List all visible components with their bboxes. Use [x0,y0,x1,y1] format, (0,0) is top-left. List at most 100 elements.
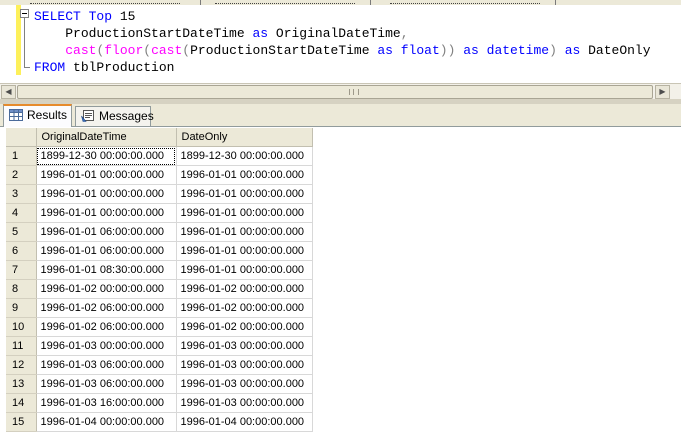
row-number[interactable]: 7 [6,260,37,280]
cell-originaldatetime[interactable]: 1996-01-01 08:30:00.000 [36,260,177,280]
grid-icon [9,109,23,121]
cell-originaldatetime[interactable]: 1996-01-01 00:00:00.000 [36,184,177,204]
tab-messages-label: Messages [99,109,154,123]
type-name: float [400,43,440,58]
function-name: cast [65,43,97,58]
table-row[interactable]: 4 1996-01-01 00:00:00.000 1996-01-01 00:00… [6,203,313,223]
cell-dateonly[interactable]: 1996-01-03 00:00:00.000 [176,355,313,375]
column-header-originaldatetime[interactable]: OriginalDateTime [36,128,177,147]
code-line-3: cast(floor(cast(ProductionStartDateTime … [34,42,651,59]
cell-originaldatetime[interactable]: 1899-12-30 00:00:00.000 [36,146,177,166]
cell-originaldatetime[interactable]: 1996-01-02 00:00:00.000 [36,279,177,299]
cell-dateonly[interactable]: 1996-01-01 00:00:00.000 [176,241,313,261]
table-row[interactable]: 8 1996-01-02 00:00:00.000 1996-01-02 00:00… [6,279,313,299]
cell-originaldatetime[interactable]: 1996-01-01 06:00:00.000 [36,222,177,242]
tab-strip-decoration [390,0,540,4]
operator: )) [439,43,456,58]
cell-dateonly[interactable]: 1996-01-01 00:00:00.000 [176,165,313,185]
tab-strip-decoration [30,0,180,4]
table-row[interactable]: 15 1996-01-04 00:00:00.000 1996-01-04 00:0… [6,412,313,432]
keyword: Top [88,9,113,24]
keyword: as [252,26,269,41]
grid-body: 1 1899-12-30 00:00:00.000 1899-12-30 00:00… [6,146,313,432]
cell-dateonly[interactable]: 1996-01-02 00:00:00.000 [176,317,313,337]
table-row[interactable]: 11 1996-01-03 00:00:00.000 1996-01-03 00:0… [6,336,313,356]
table-name: tblProduction [73,60,175,75]
row-number[interactable]: 10 [6,317,37,337]
cell-originaldatetime[interactable]: 1996-01-01 00:00:00.000 [36,165,177,185]
table-row[interactable]: 13 1996-01-03 06:00:00.000 1996-01-03 00:0… [6,374,313,394]
row-number[interactable]: 3 [6,184,37,204]
row-number[interactable]: 2 [6,165,37,185]
cell-dateonly[interactable]: 1996-01-03 00:00:00.000 [176,393,313,413]
query-editor[interactable]: SELECT Top 15 ProductionStartDateTime as… [0,5,681,83]
cell-dateonly[interactable]: 1996-01-01 00:00:00.000 [176,184,313,204]
column-name: ProductionStartDateTime [65,26,245,41]
outline-guide [24,18,25,68]
table-row[interactable]: 10 1996-01-02 06:00:00.000 1996-01-02 00:0… [6,317,313,337]
cell-dateonly[interactable]: 1996-01-02 00:00:00.000 [176,279,313,299]
column-alias: OriginalDateTime [275,26,401,41]
row-number[interactable]: 1 [6,146,37,166]
cell-originaldatetime[interactable]: 1996-01-01 00:00:00.000 [36,203,177,223]
tab-results-label: Results [27,108,68,122]
tab-messages[interactable]: Messages [75,106,154,126]
editor-margin [0,5,15,83]
code-line-2: ProductionStartDateTime as OriginalDateT… [34,25,651,42]
scrollbar-thumb[interactable] [17,85,653,99]
cell-originaldatetime[interactable]: 1996-01-02 06:00:00.000 [36,298,177,318]
number: 15 [119,9,136,24]
cell-originaldatetime[interactable]: 1996-01-02 06:00:00.000 [36,317,177,337]
table-row[interactable]: 9 1996-01-02 06:00:00.000 1996-01-02 00:00… [6,298,313,318]
tab-results[interactable]: Results [3,104,72,127]
cell-dateonly[interactable]: 1996-01-01 00:00:00.000 [176,260,313,280]
row-number[interactable]: 11 [6,336,37,356]
collapse-minus-icon[interactable] [20,9,29,18]
table-row[interactable]: 1 1899-12-30 00:00:00.000 1899-12-30 00:00… [6,146,313,166]
table-row[interactable]: 6 1996-01-01 06:00:00.000 1996-01-01 00:00… [6,241,313,261]
operator: ) [549,43,557,58]
cell-dateonly[interactable]: 1996-01-01 00:00:00.000 [176,203,313,223]
cell-dateonly[interactable]: 1996-01-02 00:00:00.000 [176,298,313,318]
row-number[interactable]: 13 [6,374,37,394]
cell-originaldatetime[interactable]: 1996-01-03 00:00:00.000 [36,336,177,356]
type-name: datetime [486,43,550,58]
table-row[interactable]: 14 1996-01-03 16:00:00.000 1996-01-03 00:0… [6,393,313,413]
scroll-left-arrow-icon[interactable]: ◀ [1,85,16,99]
editor-horizontal-scrollbar[interactable]: ◀ ▶ [0,83,681,100]
messages-icon [81,110,94,122]
row-number[interactable]: 6 [6,241,37,261]
table-row[interactable]: 7 1996-01-01 08:30:00.000 1996-01-01 00:00… [6,260,313,280]
scroll-right-arrow-icon[interactable]: ▶ [655,85,670,99]
table-row[interactable]: 12 1996-01-03 06:00:00.000 1996-01-03 00:0… [6,355,313,375]
column-header-dateonly[interactable]: DateOnly [176,128,313,147]
sql-code[interactable]: SELECT Top 15 ProductionStartDateTime as… [34,8,651,76]
cell-dateonly[interactable]: 1899-12-30 00:00:00.000 [176,146,313,166]
row-number[interactable]: 5 [6,222,37,242]
cell-dateonly[interactable]: 1996-01-03 00:00:00.000 [176,336,313,356]
cell-originaldatetime[interactable]: 1996-01-04 00:00:00.000 [36,412,177,432]
cell-originaldatetime[interactable]: 1996-01-03 16:00:00.000 [36,393,177,413]
row-number[interactable]: 8 [6,279,37,299]
table-row[interactable]: 5 1996-01-01 06:00:00.000 1996-01-01 00:00… [6,222,313,242]
cell-originaldatetime[interactable]: 1996-01-03 06:00:00.000 [36,374,177,394]
cell-originaldatetime[interactable]: 1996-01-03 06:00:00.000 [36,355,177,375]
cell-dateonly[interactable]: 1996-01-01 00:00:00.000 [176,222,313,242]
table-row[interactable]: 3 1996-01-01 00:00:00.000 1996-01-01 00:00… [6,184,313,204]
results-grid[interactable]: OriginalDateTime DateOnly 1 1899-12-30 00… [6,128,313,432]
row-number[interactable]: 9 [6,298,37,318]
table-row[interactable]: 2 1996-01-01 00:00:00.000 1996-01-01 00:00… [6,165,313,185]
operator: ( [143,43,152,58]
cell-dateonly[interactable]: 1996-01-04 00:00:00.000 [176,412,313,432]
grid-corner[interactable] [6,128,37,147]
operator: ( [182,43,191,58]
row-number[interactable]: 4 [6,203,37,223]
cell-originaldatetime[interactable]: 1996-01-01 06:00:00.000 [36,241,177,261]
row-number[interactable]: 14 [6,393,37,413]
column-alias: DateOnly [588,43,651,58]
keyword: SELECT [34,9,81,24]
cell-dateonly[interactable]: 1996-01-03 00:00:00.000 [176,374,313,394]
code-line-4: FROM tblProduction [34,59,651,76]
row-number[interactable]: 15 [6,412,37,432]
row-number[interactable]: 12 [6,355,37,375]
